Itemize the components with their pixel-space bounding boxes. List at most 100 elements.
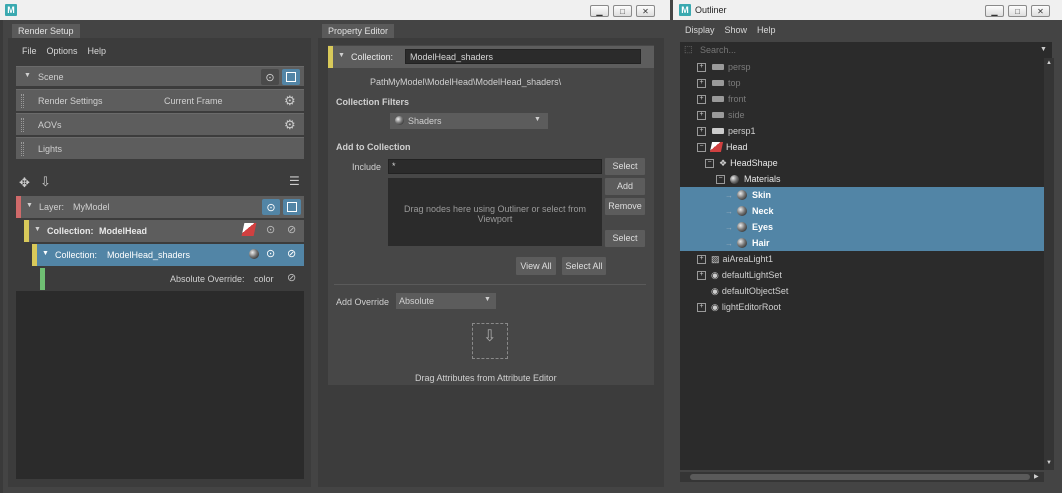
add-button[interactable]: Add (605, 178, 645, 195)
expand-icon[interactable]: + (697, 62, 706, 72)
import-icon[interactable]: ⇩ (40, 174, 51, 190)
shader-sphere-icon (737, 238, 747, 248)
collection-header[interactable]: ▼ Collection: ModelHead_shaders (328, 46, 654, 68)
render-settings-list-icon[interactable]: ☰ (289, 174, 300, 188)
tree-row-eyes[interactable]: → Eyes (680, 219, 1044, 235)
enable-icon[interactable]: ⊙ (266, 247, 275, 260)
scroll-right-icon[interactable]: ▶ (1034, 473, 1039, 480)
visibility-eye-icon[interactable]: ⊙ (262, 199, 280, 215)
expand-icon[interactable]: + (697, 302, 706, 312)
collapse-icon[interactable]: − (705, 158, 714, 168)
camera-icon (712, 112, 724, 118)
drag-handle-icon[interactable] (21, 94, 24, 108)
tab-property-editor[interactable]: Property Editor (322, 24, 395, 38)
tree-row-hair[interactable]: → Hair (680, 235, 1044, 251)
visibility-eye-icon[interactable]: ⊙ (261, 69, 279, 85)
menu-help[interactable]: Help (757, 25, 776, 35)
close-button[interactable]: ✕ (1031, 5, 1050, 17)
minimize-button[interactable]: ▁ (590, 5, 609, 17)
aovs-label: AOVs (38, 120, 62, 130)
isolate-icon[interactable]: ⊘ (287, 223, 296, 236)
menu-file[interactable]: File (22, 46, 37, 56)
gear-icon[interactable]: ⚙ (284, 117, 296, 133)
tree-row-defaultobjectset[interactable]: ◉ defaultObjectSet (680, 283, 1044, 299)
expand-icon[interactable]: + (697, 78, 706, 88)
tree-row-defaultlightset[interactable]: + ◉ defaultLightSet (680, 267, 1044, 283)
collection-row-modelhead[interactable]: ▼ Collection: ModelHead ⊙ ⊘ (24, 220, 304, 242)
tree-row-headshape[interactable]: − ❖ HeadShape (680, 155, 1044, 171)
expand-arrow-icon[interactable]: ▼ (26, 202, 33, 209)
collection-row-modelhead-shaders[interactable]: ▼ Collection: ModelHead_shaders ⊙ ⊘ (32, 244, 304, 266)
add-override-dropdown[interactable]: Absolute ▼ (396, 293, 496, 309)
tree-row-lighteditorroot[interactable]: + ◉ lightEditorRoot (680, 299, 1044, 315)
tree-label: Skin (752, 190, 772, 200)
drag-handle-icon[interactable] (21, 118, 24, 132)
enable-icon[interactable]: ⊙ (266, 223, 275, 236)
tree-row-head[interactable]: − Head (680, 139, 1044, 155)
expand-icon[interactable]: + (697, 270, 706, 280)
scroll-thumb[interactable] (690, 474, 1030, 480)
shader-sphere-icon (737, 206, 747, 216)
shader-sphere-icon (737, 222, 747, 232)
select-all-button[interactable]: Select All (562, 257, 606, 275)
collapse-icon[interactable]: − (697, 142, 706, 152)
include-input[interactable]: * (388, 159, 602, 174)
maximize-button[interactable]: □ (1008, 5, 1027, 17)
collection-name-field[interactable]: ModelHead_shaders (405, 49, 641, 64)
render-settings-row[interactable]: Render Settings Current Frame ⚙ (16, 89, 304, 111)
tree-row-materials[interactable]: − Materials (680, 171, 1044, 187)
override-row[interactable]: Absolute Override: color ⊘ (40, 268, 304, 290)
menu-help[interactable]: Help (88, 46, 107, 56)
select-button[interactable]: Select (605, 158, 645, 175)
scroll-up-icon[interactable]: ▲ (1046, 60, 1052, 66)
tree-row-skin[interactable]: → Skin (680, 187, 1044, 203)
scene-row[interactable]: ▼ Scene ⊙ (16, 66, 304, 86)
expand-arrow-icon[interactable]: ▼ (24, 72, 31, 79)
lights-row[interactable]: Lights (16, 137, 304, 159)
expand-icon[interactable]: + (697, 94, 706, 104)
tab-render-setup[interactable]: Render Setup (12, 24, 80, 38)
expand-arrow-icon[interactable]: ▼ (34, 226, 41, 233)
tree-row-aiarealight1[interactable]: + ▨ aiAreaLight1 (680, 251, 1044, 267)
expand-icon[interactable]: + (697, 254, 706, 264)
maximize-button[interactable]: □ (613, 5, 632, 17)
menu-display[interactable]: Display (685, 25, 715, 35)
render-layer-icon[interactable] (283, 199, 301, 215)
tree-row-neck[interactable]: → Neck (680, 203, 1044, 219)
search-bar[interactable]: ⬚ ▼ (680, 42, 1052, 58)
vertical-scrollbar[interactable]: ▲ ▼ (1044, 58, 1054, 470)
layer-row[interactable]: ▼ Layer: MyModel ⊙ (16, 196, 304, 218)
drag-handle-icon[interactable] (21, 142, 24, 156)
menu-options[interactable]: Options (47, 46, 78, 56)
gear-icon[interactable]: ⚙ (284, 93, 296, 109)
expand-arrow-icon[interactable]: ▼ (338, 52, 345, 59)
isolate-icon[interactable]: ⊘ (287, 271, 296, 284)
isolate-icon[interactable]: ⊘ (287, 247, 296, 260)
tree-label: Neck (752, 206, 774, 216)
collapse-icon[interactable]: − (716, 174, 725, 184)
tree-row-side[interactable]: + side (680, 107, 1044, 123)
expand-arrow-icon[interactable]: ▼ (42, 250, 49, 257)
scroll-down-icon[interactable]: ▼ (1046, 460, 1052, 466)
remove-button[interactable]: Remove (605, 198, 645, 215)
drop-attribute-icon[interactable]: ⇩ (472, 323, 508, 359)
close-button[interactable]: ✕ (636, 5, 655, 17)
tree-row-persp1[interactable]: + persp1 (680, 123, 1044, 139)
chevron-down-icon[interactable]: ▼ (1040, 46, 1047, 53)
aovs-row[interactable]: AOVs ⚙ (16, 113, 304, 135)
filter-dropdown[interactable]: Shaders ▼ (390, 113, 548, 129)
select-button-2[interactable]: Select (605, 230, 645, 247)
horizontal-scrollbar[interactable]: ▶ (680, 472, 1044, 482)
view-all-button[interactable]: View All (516, 257, 556, 275)
render-layer-icon[interactable] (282, 69, 300, 85)
minimize-button[interactable]: ▁ (985, 5, 1004, 17)
search-input[interactable] (700, 43, 1030, 56)
tree-row-persp[interactable]: + persp (680, 59, 1044, 75)
create-layer-icon[interactable]: ✥ (19, 175, 30, 191)
drop-area[interactable]: Drag nodes here using Outliner or select… (388, 178, 602, 246)
menu-show[interactable]: Show (725, 25, 748, 35)
tree-row-front[interactable]: + front (680, 91, 1044, 107)
expand-icon[interactable]: + (697, 126, 706, 136)
tree-row-top[interactable]: + top (680, 75, 1044, 91)
expand-icon[interactable]: + (697, 110, 706, 120)
